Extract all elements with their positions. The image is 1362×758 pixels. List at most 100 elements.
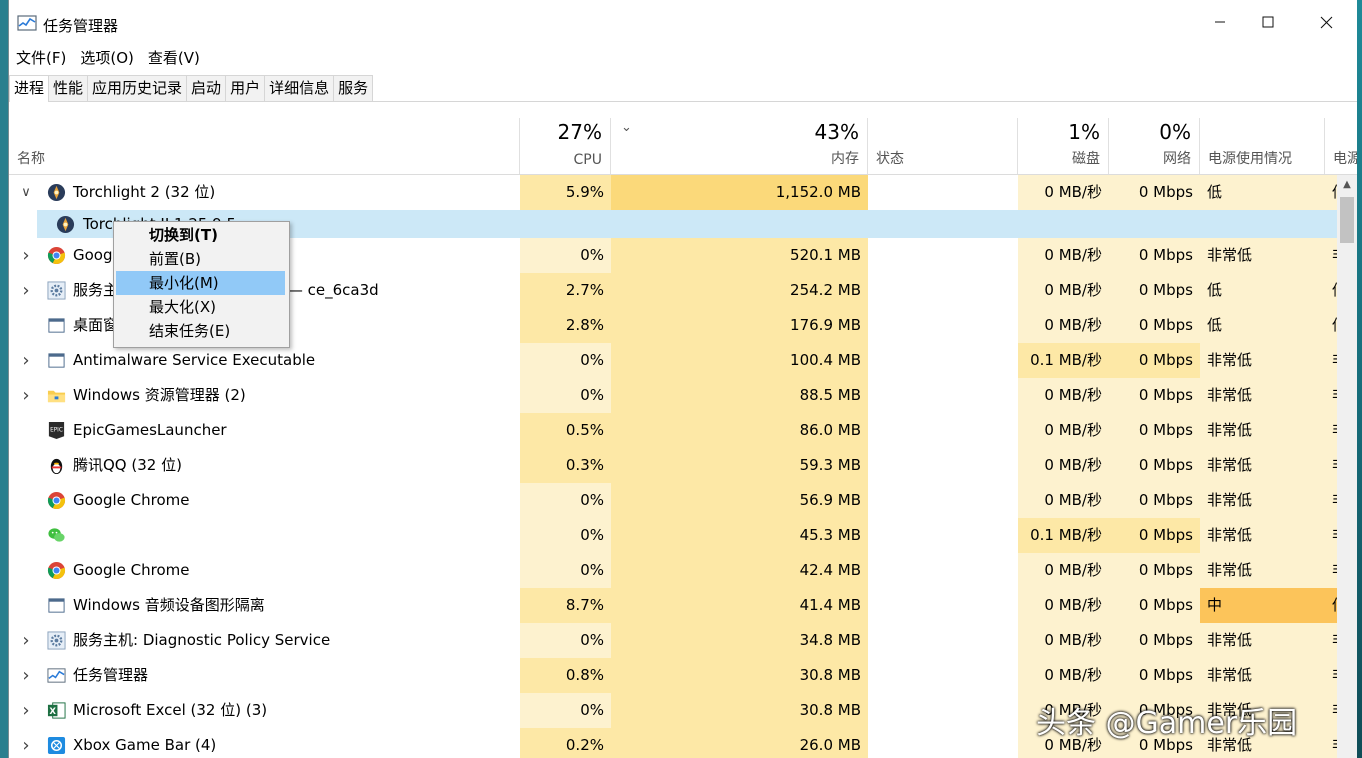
- window-app-icon: [47, 596, 66, 615]
- cell-disk: 0 MB/秒: [1018, 273, 1109, 308]
- process-row[interactable]: EPIC EpicGamesLauncher 0.5% 86.0 MB 0 MB/秒 0 …: [9, 413, 1337, 448]
- close-icon: [1320, 16, 1332, 28]
- cell-power: 非常低: [1200, 623, 1325, 658]
- cell-net: 0 Mbps: [1109, 658, 1200, 693]
- column-header-power-trend[interactable]: 电源: [1325, 118, 1357, 174]
- cell-trend: 非常低: [1325, 553, 1337, 588]
- cell-mem: 42.4 MB: [611, 553, 868, 588]
- process-row[interactable]: 腾讯QQ (32 位)0.3%59.3 MB0 MB/秒0 Mbps非常低非常低: [9, 448, 1337, 483]
- sort-chevron-icon: ⌄: [621, 120, 632, 135]
- scroll-thumb[interactable]: [1340, 197, 1354, 243]
- cell-trend: 非常低: [1325, 623, 1337, 658]
- tab-performance[interactable]: 性能: [48, 75, 89, 101]
- process-row[interactable]: Google Chrome0%42.4 MB0 MB/秒0 Mbps非常低非常低: [9, 553, 1337, 588]
- menu-options[interactable]: 选项(O): [73, 46, 141, 70]
- process-row[interactable]: › Antimalware Service Executable 0% 100.4 M…: [9, 343, 1337, 378]
- context-menu-item[interactable]: 结束任务(E): [116, 319, 285, 343]
- wechat-icon: [47, 526, 66, 545]
- expand-chevron-icon[interactable]: ›: [19, 343, 33, 378]
- cell-cpu: 2.7%: [520, 273, 611, 308]
- menu-bar: 文件(F) 选项(O) 查看(V): [9, 46, 207, 70]
- cell-trend: 非常低: [1325, 518, 1337, 553]
- process-row[interactable]: ∨ Torchlight 2 (32 位) 5.9% 1,152.0 MB 0 MB/秒…: [9, 175, 1337, 210]
- cell-mem: 26.0 MB: [611, 728, 868, 758]
- process-name: 服务主机: Diagnostic Policy Service: [73, 631, 331, 649]
- close-button[interactable]: [1297, 0, 1355, 44]
- expand-chevron-icon[interactable]: ›: [19, 658, 33, 693]
- menu-file[interactable]: 文件(F): [9, 46, 73, 70]
- process-name: Google Chrome: [73, 561, 190, 579]
- cell-status: [868, 693, 1018, 728]
- cell-mem: 100.4 MB: [611, 343, 868, 378]
- tab-startup[interactable]: 启动: [186, 75, 227, 101]
- cell-power: 非常低: [1200, 413, 1325, 448]
- cell-power: 低: [1200, 175, 1325, 210]
- menu-view[interactable]: 查看(V): [141, 46, 207, 70]
- tab-users[interactable]: 用户: [225, 75, 266, 101]
- desktop-background: [0, 0, 8, 758]
- cell-cpu: 0.3%: [520, 448, 611, 483]
- cell-status: [868, 483, 1018, 518]
- disk-label: 磁盘: [1072, 151, 1100, 167]
- expand-chevron-icon[interactable]: ›: [19, 238, 33, 273]
- process-row[interactable]: ›任务管理器0.8%30.8 MB0 MB/秒0 Mbps非常低非常低: [9, 658, 1337, 693]
- column-header-cpu[interactable]: 27% CPU: [520, 118, 611, 174]
- scroll-up-icon[interactable]: ▲: [1337, 175, 1357, 195]
- cell-power: 非常低: [1200, 553, 1325, 588]
- process-row[interactable]: 0%45.3 MB0.1 MB/秒0 Mbps非常低非常低: [9, 518, 1337, 553]
- cell-net: 0 Mbps: [1109, 518, 1200, 553]
- tab-services[interactable]: 服务: [333, 75, 374, 101]
- context-menu-item[interactable]: 最小化(M): [116, 271, 285, 295]
- process-row[interactable]: › Windows 资源管理器 (2) 0% 88.5 MB 0 MB/秒 0 Mbps 非…: [9, 378, 1337, 413]
- cell-cpu: 0%: [520, 238, 611, 273]
- process-row[interactable]: Windows 音频设备图形隔离 8.7% 41.4 MB 0 MB/秒 0 Mbps 中…: [9, 588, 1337, 623]
- cell-mem: 254.2 MB: [611, 273, 868, 308]
- memory-label: 内存: [831, 151, 859, 167]
- cell-disk: 0 MB/秒: [1018, 378, 1109, 413]
- process-row[interactable]: › 服务主机: Diagnostic Policy Service 0% 34.8 M…: [9, 623, 1337, 658]
- column-header-memory[interactable]: ⌄ 43% 内存: [611, 118, 868, 174]
- context-menu-item[interactable]: 切换到(T): [116, 223, 285, 247]
- column-header-status[interactable]: 状态: [868, 118, 1018, 174]
- tab-processes[interactable]: 进程: [9, 75, 50, 102]
- window-title: 任务管理器: [43, 17, 119, 35]
- cell-net: 0 Mbps: [1109, 308, 1200, 343]
- tab-app-history[interactable]: 应用历史记录: [87, 75, 188, 101]
- cell-cpu: 2.8%: [520, 308, 611, 343]
- expand-chevron-icon[interactable]: ›: [19, 273, 33, 308]
- column-header-disk[interactable]: 1% 磁盘: [1018, 118, 1109, 174]
- cell-disk: 0.1 MB/秒: [1018, 518, 1109, 553]
- taskmgr-icon: [47, 666, 66, 685]
- vertical-scrollbar[interactable]: ▲: [1337, 175, 1357, 758]
- maximize-button[interactable]: [1239, 0, 1297, 44]
- cell-cpu: 0.5%: [520, 413, 611, 448]
- expand-chevron-icon[interactable]: ›: [19, 378, 33, 413]
- context-menu-item[interactable]: 前置(B): [116, 247, 285, 271]
- column-header-power[interactable]: 电源使用情况: [1200, 118, 1325, 174]
- column-header-name[interactable]: 名称: [9, 118, 520, 174]
- qq-penguin-icon: [47, 456, 66, 475]
- cpu-total-percent: 27%: [557, 120, 602, 144]
- expand-chevron-icon[interactable]: ›: [19, 728, 33, 758]
- cell-cpu: 0.8%: [520, 658, 611, 693]
- cell-power: 非常低: [1200, 238, 1325, 273]
- process-row[interactable]: Google Chrome0%56.9 MB0 MB/秒0 Mbps非常低非常低: [9, 483, 1337, 518]
- cell-mem: 520.1 MB: [611, 238, 868, 273]
- column-header-network[interactable]: 0% 网络: [1109, 118, 1200, 174]
- cell-status: [868, 210, 1018, 238]
- cell-disk: 0 MB/秒: [1018, 553, 1109, 588]
- expand-chevron-icon[interactable]: ›: [19, 623, 33, 658]
- tab-details[interactable]: 详细信息: [264, 75, 335, 101]
- expand-chevron-icon[interactable]: ›: [19, 693, 33, 728]
- cell-power: 中: [1200, 588, 1325, 623]
- cell-power: 非常低: [1200, 483, 1325, 518]
- collapse-chevron-icon[interactable]: ∨: [19, 175, 33, 210]
- maximize-icon: [1262, 16, 1274, 28]
- title-bar[interactable]: 任务管理器: [9, 0, 1357, 44]
- cell-disk: 0 MB/秒: [1018, 413, 1109, 448]
- context-menu: 切换到(T) 前置(B) 最小化(M) 最大化(X) 结束任务(E): [113, 221, 290, 348]
- context-menu-item[interactable]: 最大化(X): [116, 295, 285, 319]
- cell-mem: 41.4 MB: [611, 588, 868, 623]
- cell-status: [868, 728, 1018, 758]
- cell-power: 非常低: [1200, 378, 1325, 413]
